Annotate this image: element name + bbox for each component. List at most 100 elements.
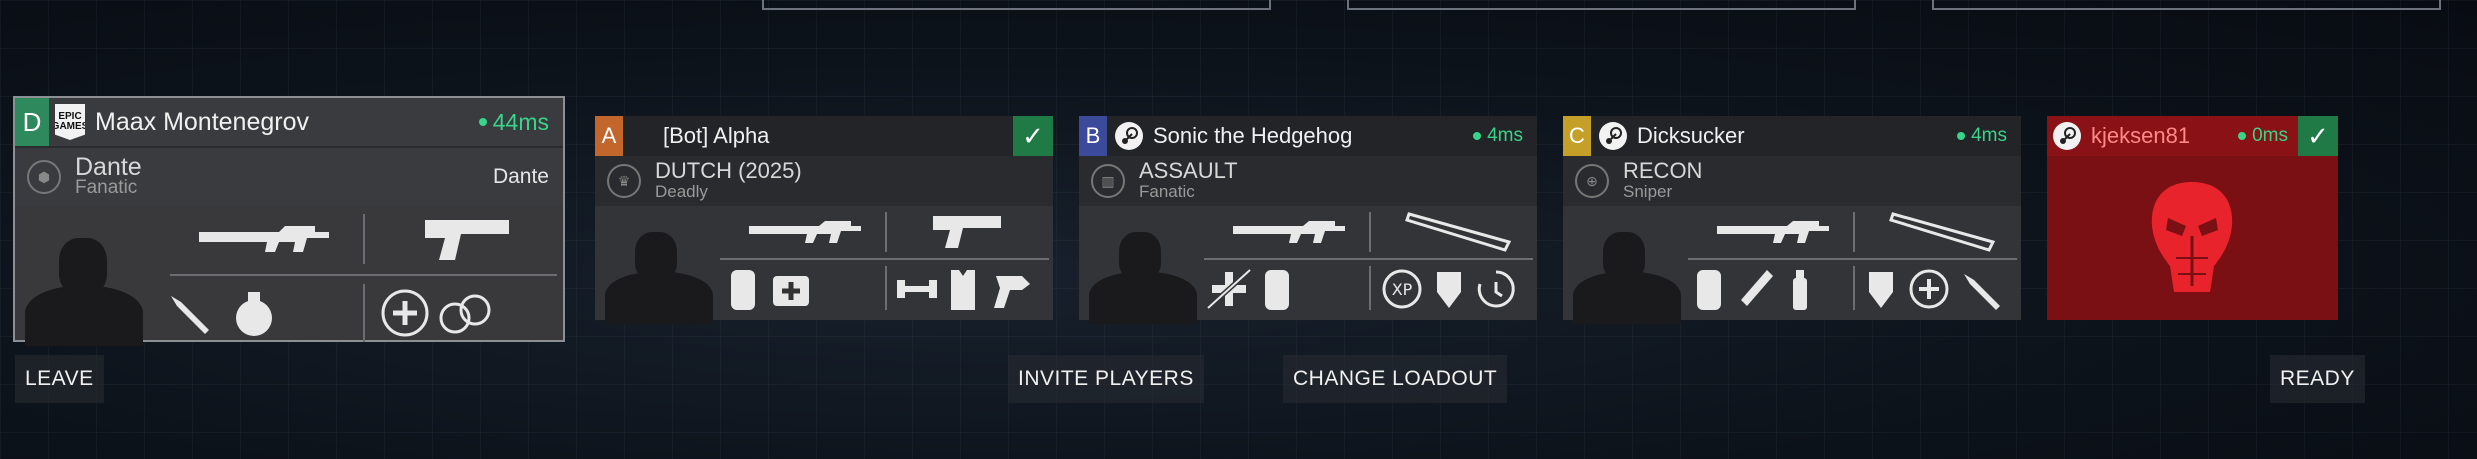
ping-dot-icon [478,118,487,126]
crown-icon: ♛ [607,164,641,198]
class-sub: Fanatic [75,177,138,198]
top-frame-3 [1932,0,2441,10]
loadout-panel[interactable]: XP [1079,206,1537,324]
pistol-icon [415,212,515,262]
divider [1369,212,1371,252]
character-silhouette [25,230,145,346]
player-card-alpha[interactable]: A [Bot] Alpha ✓ ♛ DUTCH (2025) Deadly [595,116,1053,324]
class-sub: Deadly [655,182,708,201]
ready-button[interactable]: READY [2270,355,2365,403]
character-silhouette [1089,224,1199,324]
ping-value: 4ms [1971,125,2007,146]
mask-icon [1863,266,1899,312]
ping-indicator: 44ms [478,108,549,136]
player-card-host[interactable]: D EPIC GAMES Maax Montenegrov 44ms ⬢ Dant… [13,96,565,346]
divider [885,266,887,310]
class-name: DUTCH (2025) [655,158,802,183]
divider [885,212,887,252]
crosshair-icon: ⊕ [1575,164,1609,198]
class-name: Dante [75,153,142,181]
steam-icon [2053,122,2081,150]
slot-letter: B [1079,116,1107,156]
medkit-plus-icon [1908,268,1950,310]
spray-can-icon [1785,266,1815,312]
player-card-sonic[interactable]: B Sonic the Hedgehog 4ms ▥ ASSAULT Fanat… [1079,116,1537,324]
ping-indicator: 0ms [2238,125,2288,147]
assault-rifle-icon [1713,212,1833,250]
machete-icon [1399,208,1519,254]
knife-icon [1958,266,2004,312]
ping-indicator: 4ms [1473,125,1523,147]
invite-players-button[interactable]: INVITE PLAYERS [1008,355,1204,403]
player-header: C Dicksucker 4ms [1563,116,2021,156]
divider [720,258,1049,260]
class-row[interactable]: ♛ DUTCH (2025) Deadly [595,156,1053,206]
divider [1369,266,1371,310]
leave-button[interactable]: LEAVE [15,355,104,403]
ping-dot-icon [1473,132,1482,140]
loadout-panel[interactable] [15,206,563,346]
ping-value: 44ms [492,108,549,135]
class-row[interactable]: ⊕ RECON Sniper [1563,156,2021,206]
ready-check-icon: ✓ [1013,116,1053,156]
no-healing-icon [1204,266,1254,312]
divider [1688,258,2017,260]
xp-boost-icon: XP [1381,268,1423,310]
vest-icon [945,266,981,312]
syringe-icon [1735,266,1777,312]
change-loadout-button[interactable]: CHANGE LOADOUT [1283,355,1508,403]
top-frame-1 [762,0,1271,10]
tool-icon [990,266,1034,312]
assault-rifle-icon [195,216,335,256]
binoculars-icon [435,288,495,338]
slot-letter: D [15,98,49,146]
armor-plates-icon [1259,266,1295,312]
class-name: RECON [1623,158,1703,183]
class-row[interactable]: ▥ ASSAULT Fanatic [1079,156,1537,206]
player-card-predator[interactable]: kjeksen81 0ms ✓ [2047,116,2338,320]
divider [1853,266,1855,310]
knife-icon [165,288,215,338]
steam-icon [1115,122,1143,150]
medkit-plus-icon [380,288,430,338]
player-header: A [Bot] Alpha ✓ [595,116,1053,156]
armor-plates-icon [1691,266,1727,312]
loadout-panel[interactable] [1563,206,2021,324]
loadout-panel[interactable] [595,206,1053,324]
class-right-label: Dante [492,165,549,188]
class-sub: Fanatic [1139,182,1195,201]
grenade-icon [230,284,280,340]
steam-icon [1599,122,1627,150]
player-name: Dicksucker [1637,123,1745,148]
epic-games-icon: EPIC GAMES [55,104,85,140]
divider [1204,258,1533,260]
player-header: B Sonic the Hedgehog 4ms [1079,116,1537,156]
class-sub: Sniper [1623,182,1673,201]
character-silhouette [605,224,715,324]
ping-dot-icon [2238,132,2247,140]
mask-icon [1431,266,1467,312]
medkit-icon [770,268,812,310]
assault-rifle-icon [745,212,865,250]
class-name: ASSAULT [1139,158,1238,183]
pistol-icon [925,210,1005,250]
player-name: [Bot] Alpha [663,123,770,148]
assault-rifle-icon [1229,212,1349,250]
top-frame-2 [1347,0,1856,10]
ping-dot-icon [1957,132,1966,140]
class-row[interactable]: ⬢ Dante Fanatic Dante [15,148,563,206]
player-name: kjeksen81 [2091,123,2191,148]
armor-plates-icon [725,266,761,312]
player-name: Sonic the Hedgehog [1153,123,1353,148]
ready-check-icon: ✓ [2298,116,2338,156]
dumbbell-icon [895,272,939,306]
divider [1853,212,1855,252]
divider [170,274,557,276]
player-card-dicksucker[interactable]: C Dicksucker 4ms ⊕ RECON Sniper [1563,116,2021,324]
cooldown-icon [1474,268,1518,310]
ping-value: 0ms [2252,125,2288,146]
slot-letter: C [1563,116,1591,156]
svg-text:XP: XP [1392,280,1413,299]
player-name: Maax Montenegrov [95,107,310,136]
ping-indicator: 4ms [1957,125,2007,147]
